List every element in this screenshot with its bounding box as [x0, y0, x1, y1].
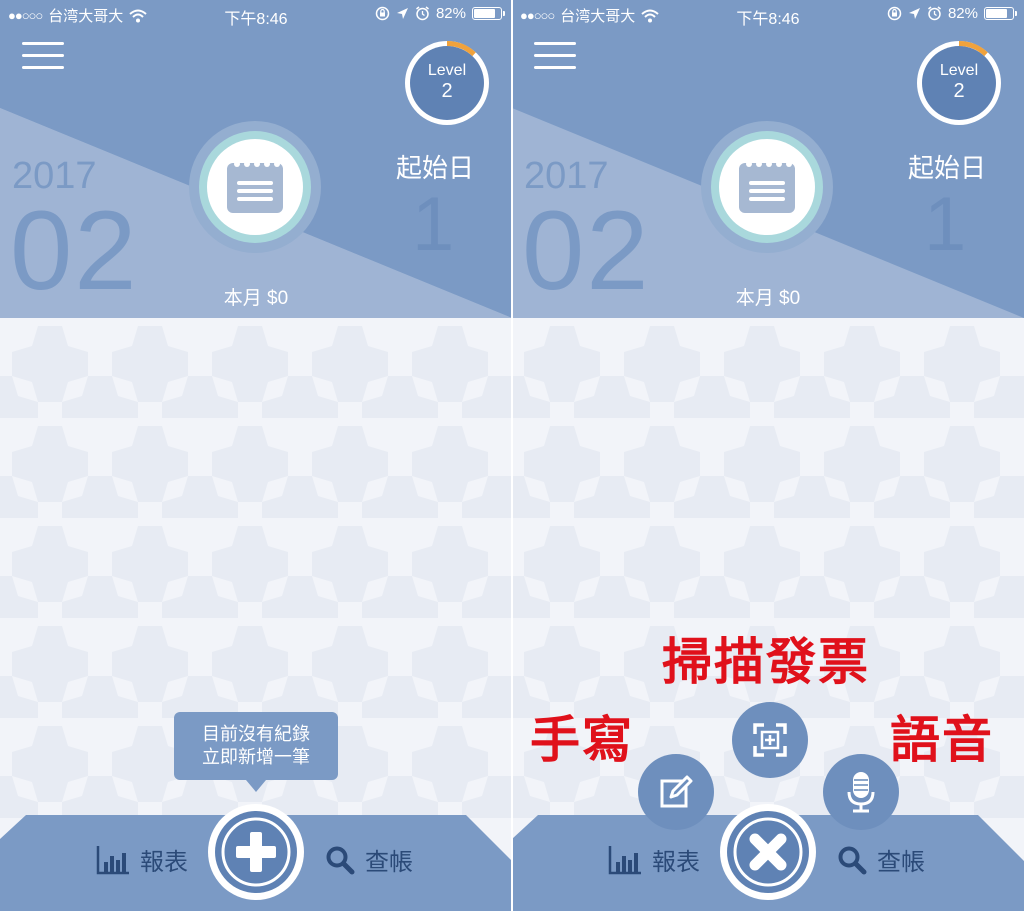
monthly-total: 本月 $0	[223, 288, 289, 309]
tab-report-label: 報表	[140, 849, 188, 876]
tab-query-label: 查帳	[365, 849, 413, 876]
tab-report[interactable]: 報表	[608, 842, 700, 877]
close-menu-button[interactable]	[719, 803, 817, 901]
level-badge[interactable]: Level 2	[913, 37, 1005, 129]
handwrite-button[interactable]	[638, 754, 714, 830]
bar-chart-icon	[96, 845, 129, 874]
tab-query[interactable]: 查帳	[837, 842, 925, 877]
monthly-total: 本月 $0	[735, 288, 801, 309]
header: ●●○○○ 台湾大哥大 下午8:46 82% Level 2 2017 02 起…	[0, 0, 512, 318]
location-arrow-icon	[396, 8, 408, 19]
level-value: 2	[953, 80, 965, 102]
start-day-value: 1	[924, 182, 967, 267]
level-label: Level	[427, 62, 467, 79]
tab-report[interactable]: 報表	[96, 842, 188, 877]
header: ●●○○○ 台湾大哥大 下午8:46 82% Level 2 2017 02 起…	[512, 0, 1024, 318]
battery-percent: 82%	[947, 5, 978, 22]
search-icon	[326, 846, 355, 874]
rotation-lock-icon	[375, 6, 390, 21]
empty-record-tooltip[interactable]: 目前沒有紀錄 立即新增一筆	[174, 712, 338, 792]
battery-percent: 82%	[435, 5, 466, 22]
bar-chart-icon	[608, 845, 641, 874]
tooltip-line-1: 目前沒有紀錄	[202, 724, 310, 744]
level-label: Level	[939, 62, 979, 79]
level-badge[interactable]: Level 2	[401, 37, 493, 129]
start-day-value: 1	[412, 182, 455, 267]
level-value: 2	[441, 80, 453, 102]
status-bar: ●●○○○ 台湾大哥大 下午8:46 82%	[0, 0, 512, 28]
search-icon	[838, 846, 867, 874]
location-arrow-icon	[908, 8, 920, 19]
notepad-icon[interactable]	[189, 121, 321, 253]
tab-query-label: 查帳	[877, 849, 925, 876]
voice-input-button[interactable]	[823, 754, 899, 830]
start-day-label: 起始日	[908, 153, 987, 183]
voice-annotation: 語音	[890, 712, 994, 768]
microphone-icon	[847, 772, 875, 813]
rotation-lock-icon	[887, 6, 902, 21]
tab-report-label: 報表	[652, 849, 700, 876]
scan-invoice-button[interactable]	[732, 702, 808, 778]
alarm-icon	[416, 6, 429, 21]
status-bar: ●●○○○ 台湾大哥大 下午8:46 82%	[512, 0, 1024, 28]
screen-quick-add-menu: ●●○○○ 台湾大哥大 下午8:46 82% Level 2 2017 02 起…	[512, 0, 1024, 911]
hamburger-menu-button[interactable]	[22, 42, 64, 72]
add-record-button[interactable]	[207, 803, 305, 901]
tooltip-line-2: 立即新增一筆	[202, 747, 310, 767]
battery-icon	[472, 7, 505, 20]
handwrite-annotation: 手寫	[530, 712, 634, 768]
screen-default: ●●○○○ 台湾大哥大 下午8:46 82% Level 2 2017 02 起…	[0, 0, 512, 911]
scan-frame-icon	[753, 723, 787, 757]
notepad-icon[interactable]	[701, 121, 833, 253]
edit-pencil-icon	[660, 775, 693, 808]
start-day-label: 起始日	[396, 153, 475, 183]
alarm-icon	[928, 6, 941, 21]
battery-icon	[984, 7, 1017, 20]
panel-divider	[511, 0, 513, 911]
scan-invoice-annotation: 掃描發票	[662, 634, 870, 690]
hamburger-menu-button[interactable]	[534, 42, 576, 72]
tab-query[interactable]: 查帳	[325, 842, 413, 877]
